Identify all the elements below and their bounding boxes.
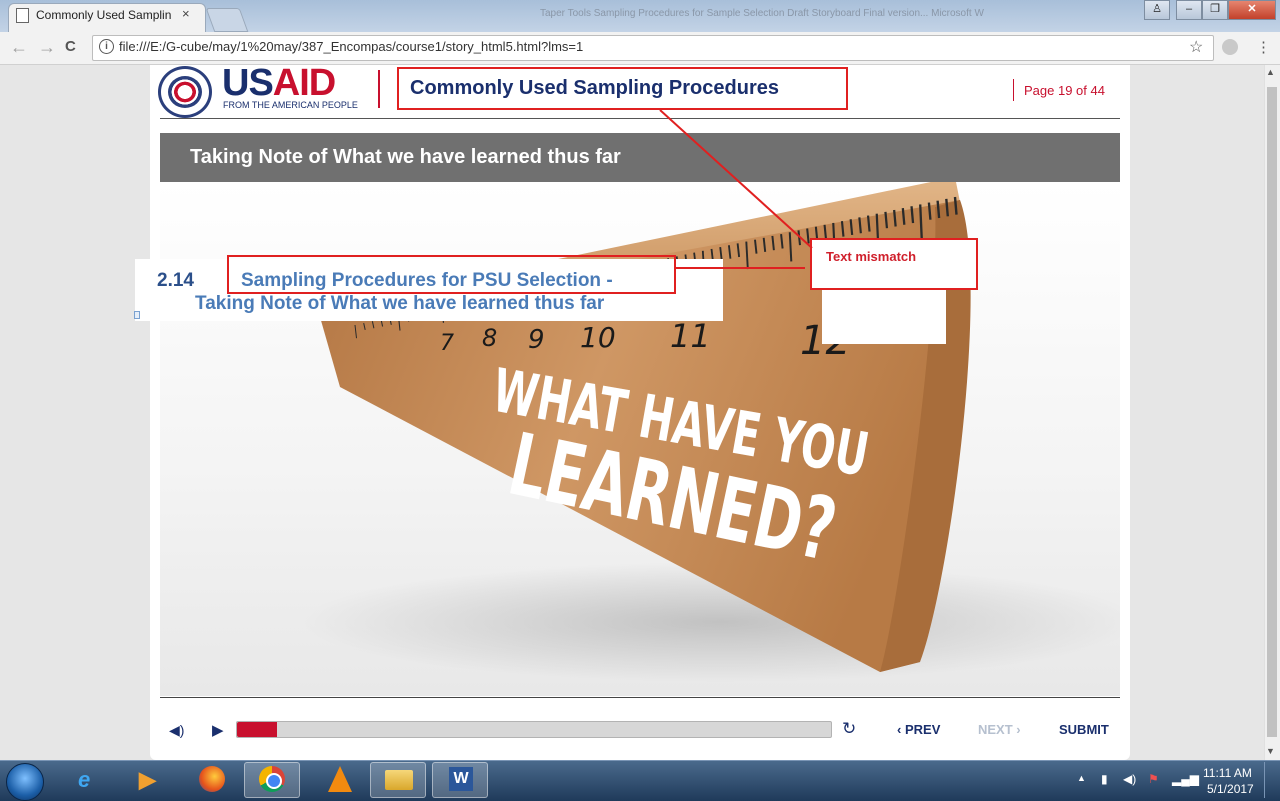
show-desktop-button[interactable] (1264, 762, 1279, 798)
clock-time[interactable]: 11:11 AM (1203, 766, 1252, 780)
prev-label: PREV (904, 722, 941, 737)
taskbar-ie[interactable] (64, 762, 120, 798)
vlc-icon (328, 766, 352, 792)
prev-button[interactable]: ‹ PREV (897, 722, 940, 737)
player-rule (160, 697, 1120, 698)
chrome-icon-center (266, 773, 282, 789)
replay-icon[interactable]: ↻ (842, 719, 856, 739)
next-button[interactable]: NEXT › (978, 722, 1021, 737)
connector-title (659, 109, 813, 249)
word-icon: W (449, 767, 473, 791)
submit-button[interactable]: SUBMIT (1059, 722, 1109, 737)
battery-icon[interactable]: ▮ (1101, 772, 1108, 786)
seek-bar[interactable] (236, 721, 832, 738)
chevron-right-icon: › (1016, 722, 1021, 737)
seek-bar-progress (237, 722, 277, 737)
folder-icon (385, 770, 413, 790)
tray-expand-icon[interactable]: ▲ (1077, 773, 1086, 783)
chevron-left-icon: ‹ (897, 722, 902, 737)
network-icon[interactable]: ▂▄▆ (1172, 772, 1199, 786)
action-center-icon[interactable]: ⚑ (1148, 772, 1159, 786)
clock-date[interactable]: 5/1/2017 (1207, 782, 1254, 796)
annotation-connectors (659, 109, 813, 269)
play-icon[interactable]: ▶ (212, 721, 224, 739)
start-button[interactable] (6, 763, 44, 801)
next-label: NEXT (978, 722, 1013, 737)
firefox-icon (199, 766, 225, 792)
volume-icon[interactable]: ◀) (169, 722, 184, 739)
speaker-icon[interactable]: ◀) (1123, 772, 1136, 786)
ie-icon: e (78, 767, 91, 792)
media-player-icon: ▶ (139, 767, 156, 792)
